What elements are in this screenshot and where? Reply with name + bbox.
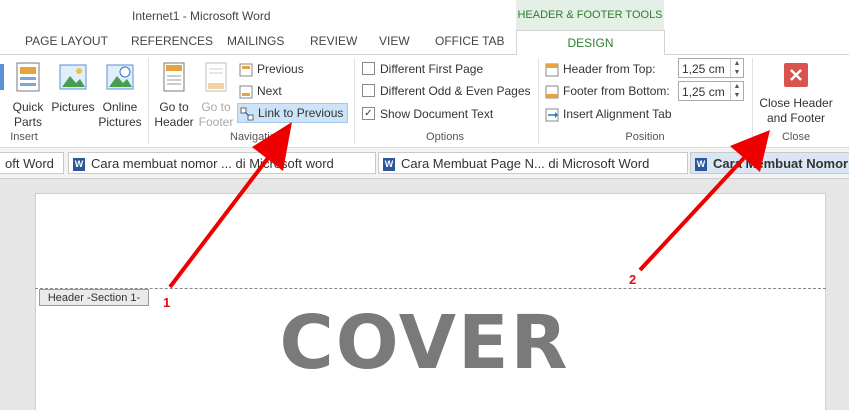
annotation-marker-2: 2 [629, 272, 637, 287]
annotation-marker-1: 1 [163, 295, 171, 310]
arrow-1-line [168, 156, 270, 289]
arrow-1-head [252, 122, 292, 171]
arrow-2-line [638, 156, 746, 272]
annotation-arrows [168, 122, 770, 289]
